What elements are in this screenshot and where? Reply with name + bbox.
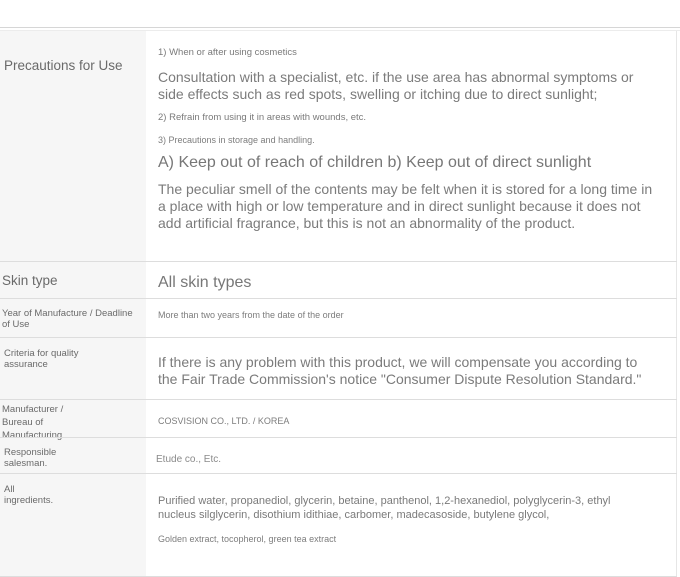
row-divider [0,298,677,299]
precautions-line-3: 3) Precautions in storage and handling. [158,135,315,145]
skin-type-value: All skin types [158,274,252,291]
ingredients-label: All ingredients. [4,484,54,506]
year-label: Year of Manufacture / Deadline of Use [2,308,133,330]
year-value: More than two years from the date of the… [158,310,344,320]
row-divider [0,337,677,338]
right-border [676,31,677,577]
product-info-table: Precautions for Use 1) When or after usi… [0,0,680,577]
row-divider [0,261,677,262]
precautions-paragraph-3: The peculiar smell of the contents may b… [158,181,653,231]
row-divider [0,473,677,474]
top-divider [0,27,680,28]
precautions-label: Precautions for Use [4,58,123,73]
salesman-label: Responsible salesman. [4,447,57,469]
ingredients-value: Purified water, propanediol, glycerin, b… [158,495,611,521]
manufacturer-value: COSVISION CO., LTD. / KOREA [158,416,290,426]
top-band [0,0,680,27]
precautions-paragraph-1: Consultation with a specialist, etc. if … [158,69,634,102]
criteria-label: Criteria for quality assurance [4,348,79,370]
ingredients-value-2: Golden extract, tocopherol, green tea ex… [158,534,337,544]
precautions-paragraph-2: A) Keep out of reach of children b) Keep… [158,154,592,171]
precautions-line-1: 1) When or after using cosmetics [158,47,297,58]
criteria-value: If there is any problem with this produc… [158,354,642,387]
skin-type-label: Skin type [2,273,58,288]
row-divider [0,437,677,438]
precautions-line-2: 2) Refrain from using it in areas with w… [158,112,367,123]
salesman-value: Etude co., Etc. [156,454,222,465]
row-divider [0,399,677,400]
